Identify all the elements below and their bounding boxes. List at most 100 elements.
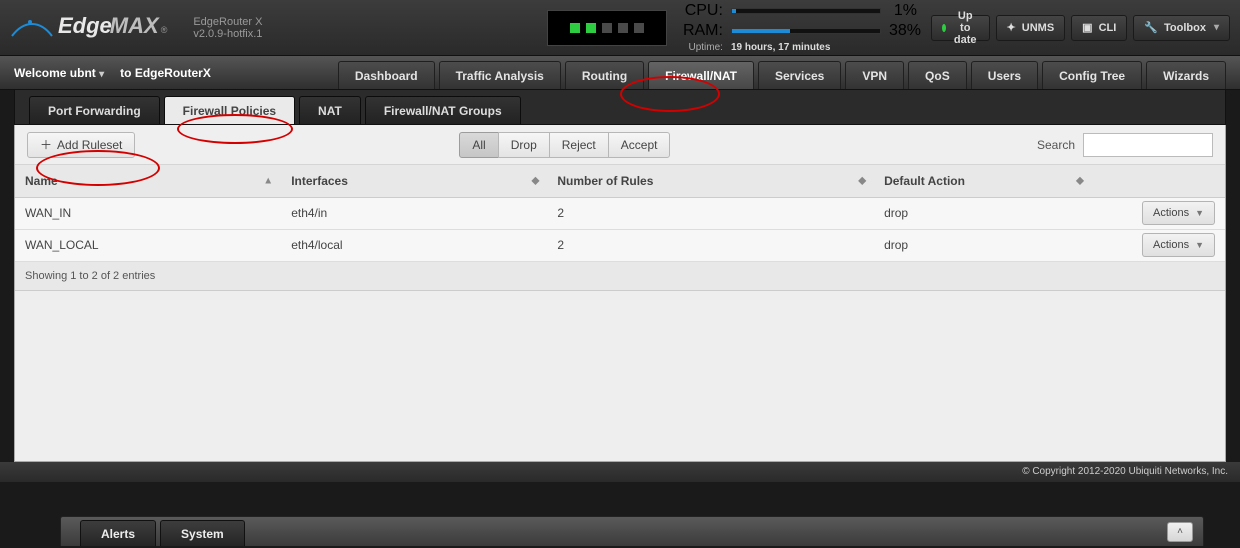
cell-rules: 2: [547, 197, 874, 229]
chevron-down-icon: ▼: [1195, 240, 1204, 250]
filter-accept[interactable]: Accept: [608, 132, 671, 158]
cell-interfaces: eth4/in: [281, 197, 547, 229]
table-row: WAN_LOCALeth4/local2drop Actions ▼: [15, 229, 1225, 261]
main-tab-config-tree[interactable]: Config Tree: [1042, 61, 1142, 89]
terminal-icon: ▣: [1082, 21, 1092, 34]
empty-area: [15, 291, 1225, 461]
cell-name: WAN_LOCAL: [15, 229, 281, 261]
tray-tabs: Alerts System: [80, 520, 249, 546]
cli-label: CLI: [1099, 22, 1117, 34]
cpu-label: CPU:: [681, 2, 723, 20]
port-indicator-3: [618, 23, 628, 33]
toolbox-label: Toolbox: [1164, 22, 1206, 34]
content-panel: ＋ Add Ruleset All Drop Reject Accept Sea…: [14, 125, 1226, 462]
uptime-value: 19 hours, 17 minutes: [731, 42, 830, 53]
port-indicator-0: [570, 23, 580, 33]
cpu-value: 1%: [889, 2, 917, 20]
brand-logo: Edge MAX ®: [10, 13, 173, 43]
sort-icon: ◆: [532, 175, 540, 186]
brand-prefix: Edge: [58, 13, 112, 39]
main-tab-wizards[interactable]: Wizards: [1146, 61, 1226, 89]
port-indicator-2: [602, 23, 612, 33]
tray-tab-system[interactable]: System: [160, 520, 245, 546]
unms-label: UNMS: [1022, 22, 1054, 34]
sort-icon: ▲: [263, 175, 273, 186]
toolbox-button[interactable]: 🔧 Toolbox ▾: [1133, 15, 1230, 41]
chevron-down-icon: ▾: [1214, 22, 1219, 33]
col-header-number-of-rules[interactable]: Number of Rules◆: [547, 165, 874, 197]
cell-default: drop: [874, 229, 1092, 261]
table-row: WAN_INeth4/in2drop Actions ▼: [15, 197, 1225, 229]
sort-icon: ◆: [1076, 175, 1084, 186]
filter-reject[interactable]: Reject: [549, 132, 609, 158]
actions-button[interactable]: Actions ▼: [1142, 233, 1215, 257]
search-input[interactable]: [1083, 133, 1213, 157]
tray-collapse-button[interactable]: ˄: [1167, 522, 1193, 542]
col-header-actions: [1092, 165, 1225, 197]
main-nav: DashboardTraffic AnalysisRoutingFirewall…: [338, 61, 1226, 89]
welcome-row: Welcome ubnt ▾ to EdgeRouterX DashboardT…: [0, 56, 1240, 90]
status-pill[interactable]: Up to date: [931, 15, 990, 41]
main-tab-firewall-nat[interactable]: Firewall/NAT: [648, 61, 754, 89]
topbar: Edge MAX ® EdgeRouter X v2.0.9-hotfix.1 …: [0, 0, 1240, 56]
breadcrumb-host[interactable]: to EdgeRouterX: [120, 66, 211, 80]
brand-swoosh-icon: [10, 14, 54, 42]
status-dot-icon: [942, 24, 946, 32]
search-label: Search: [1037, 138, 1075, 152]
sub-nav: Port ForwardingFirewall PoliciesNATFirew…: [14, 90, 1226, 125]
sub-tab-nat[interactable]: NAT: [299, 96, 361, 124]
cell-name: WAN_IN: [15, 197, 281, 229]
tray-tab-alerts[interactable]: Alerts: [80, 520, 156, 546]
col-header-interfaces[interactable]: Interfaces◆: [281, 165, 547, 197]
sort-icon: ◆: [858, 175, 866, 186]
wrench-icon: 🔧: [1144, 21, 1158, 34]
sub-tab-port-forwarding[interactable]: Port Forwarding: [29, 96, 160, 124]
port-indicator-1: [586, 23, 596, 33]
filter-all[interactable]: All: [459, 132, 498, 158]
actions-button[interactable]: Actions ▼: [1142, 201, 1215, 225]
col-header-default-action[interactable]: Default Action◆: [874, 165, 1092, 197]
chevron-up-icon: ˄: [1177, 526, 1183, 537]
port-indicator-4: [634, 23, 644, 33]
filter-segment: All Drop Reject Accept: [459, 132, 670, 158]
cli-button[interactable]: ▣ CLI: [1071, 15, 1127, 41]
brand-suffix: MAX: [110, 13, 159, 39]
ram-value: 38%: [889, 22, 917, 40]
cell-interfaces: eth4/local: [281, 229, 547, 261]
rules-table: Name▲Interfaces◆Number of Rules◆Default …: [15, 165, 1225, 262]
copyright-bar: © Copyright 2012-2020 Ubiquiti Networks,…: [0, 462, 1240, 482]
welcome-text[interactable]: Welcome ubnt ▾: [14, 66, 104, 80]
unms-button[interactable]: ✦ UNMS: [996, 15, 1066, 41]
table-footer-info: Showing 1 to 2 of 2 entries: [15, 262, 1225, 291]
chevron-down-icon: ▾: [99, 69, 104, 80]
main-tab-qos[interactable]: QoS: [908, 61, 967, 89]
stats-panel: CPU: 1% RAM: 38% Uptime: 19 hours, 17 mi…: [547, 2, 917, 53]
main-tab-services[interactable]: Services: [758, 61, 841, 89]
cpu-meter: [731, 8, 881, 14]
chevron-down-icon: ▼: [1195, 208, 1204, 218]
cell-actions: Actions ▼: [1092, 229, 1225, 261]
port-status-panel: [547, 10, 667, 46]
plus-icon: ＋: [40, 136, 52, 153]
sub-tab-firewall-nat-groups[interactable]: Firewall/NAT Groups: [365, 96, 521, 124]
col-header-name[interactable]: Name▲: [15, 165, 281, 197]
cell-actions: Actions ▼: [1092, 197, 1225, 229]
sub-tab-firewall-policies[interactable]: Firewall Policies: [164, 96, 295, 124]
main-tab-users[interactable]: Users: [971, 61, 1038, 89]
add-ruleset-button[interactable]: ＋ Add Ruleset: [27, 132, 135, 158]
cell-default: drop: [874, 197, 1092, 229]
filter-drop[interactable]: Drop: [498, 132, 550, 158]
unms-icon: ✦: [1007, 21, 1016, 34]
ram-label: RAM:: [681, 22, 723, 40]
ram-meter: [731, 28, 881, 34]
main-tab-traffic-analysis[interactable]: Traffic Analysis: [439, 61, 561, 89]
main-tab-vpn[interactable]: VPN: [845, 61, 904, 89]
topbar-right: Up to date ✦ UNMS ▣ CLI 🔧 Toolbox ▾: [931, 15, 1230, 41]
main-tab-routing[interactable]: Routing: [565, 61, 644, 89]
cell-rules: 2: [547, 229, 874, 261]
uptime-label: Uptime:: [681, 42, 723, 53]
model-version: EdgeRouter X v2.0.9-hotfix.1: [193, 16, 283, 40]
main-tab-dashboard[interactable]: Dashboard: [338, 61, 435, 89]
firewall-toolbar: ＋ Add Ruleset All Drop Reject Accept Sea…: [15, 125, 1225, 165]
status-label: Up to date: [952, 10, 979, 46]
